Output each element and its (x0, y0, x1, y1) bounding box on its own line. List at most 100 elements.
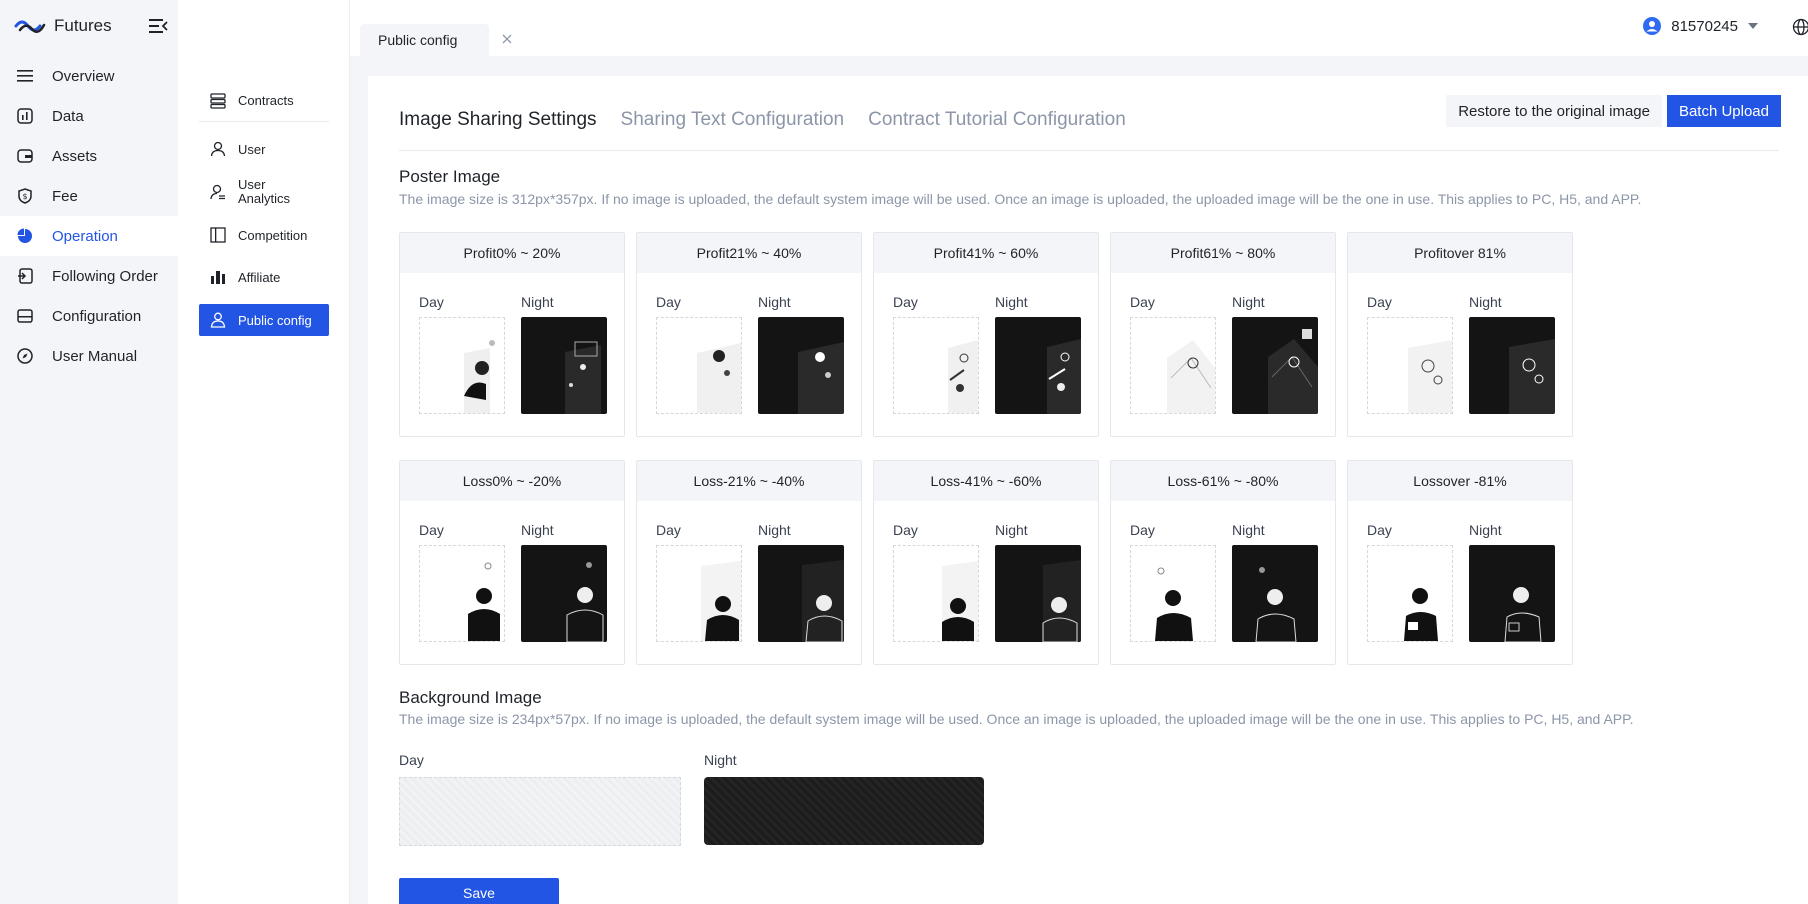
globe-icon[interactable] (1792, 18, 1808, 36)
nav-item-operation[interactable]: Operation (0, 216, 178, 256)
nav-item-fee[interactable]: $ Fee (0, 176, 178, 216)
background-night-image-upload[interactable] (704, 777, 984, 845)
night-image-upload[interactable] (521, 317, 607, 414)
night-image-upload[interactable] (1469, 545, 1555, 642)
poster-card: Lossover -81% Day Night (1347, 460, 1573, 665)
save-button[interactable]: Save (399, 878, 559, 904)
day-label: Day (1130, 294, 1155, 310)
card-header: Profit61% ~ 80% (1111, 233, 1335, 273)
day-image-upload[interactable] (419, 545, 505, 642)
day-image-upload[interactable] (1130, 317, 1216, 414)
top-bar: Public config 81570245 (350, 0, 1808, 56)
poster-card: Profit0% ~ 20% Day Night (399, 232, 625, 437)
night-image-upload[interactable] (758, 545, 844, 642)
contracts-icon (209, 92, 227, 110)
affiliate-icon (209, 268, 227, 286)
subnav-item-label: Contracts (238, 93, 294, 108)
night-label: Night (521, 294, 554, 310)
day-image-upload[interactable] (1367, 317, 1453, 414)
user-menu[interactable]: 81570245 (1643, 17, 1758, 35)
day-label: Day (419, 522, 444, 538)
futures-logo-icon (14, 20, 46, 33)
subnav-item-competition[interactable]: Competition (199, 214, 329, 256)
divider (399, 150, 1779, 151)
user-icon (209, 140, 227, 158)
follow-icon (16, 267, 34, 285)
poster-card: Profit61% ~ 80% Day Night (1110, 232, 1336, 437)
subnav-item-user[interactable]: User (199, 128, 329, 170)
day-image-upload[interactable] (1367, 545, 1453, 642)
night-label: Night (704, 752, 737, 768)
day-label: Day (399, 752, 424, 768)
day-label: Day (656, 522, 681, 538)
tab-sharing-text-configuration[interactable]: Sharing Text Configuration (621, 109, 845, 151)
restore-original-image-button[interactable]: Restore to the original image (1446, 95, 1662, 127)
nav-item-user-manual[interactable]: User Manual (0, 336, 178, 376)
night-image-upload[interactable] (995, 317, 1081, 414)
day-label: Day (1367, 294, 1392, 310)
close-icon[interactable] (500, 32, 514, 46)
night-label: Night (758, 522, 791, 538)
night-image-upload[interactable] (1232, 317, 1318, 414)
subnav-item-label: User (238, 141, 266, 157)
tab-public-config[interactable]: Public config (360, 24, 489, 56)
nav-item-assets[interactable]: Assets (0, 136, 178, 176)
night-label: Night (995, 294, 1028, 310)
subnav-item-label: User Analytics (238, 177, 291, 206)
fee-icon: $ (16, 187, 34, 205)
profit-cards: Profit0% ~ 20% Day Night Profit21% ~ 40%… (399, 232, 1584, 437)
nav-item-label: Configuration (52, 307, 142, 325)
compass-icon (16, 347, 34, 365)
day-label: Day (893, 522, 918, 538)
nav-item-following-order[interactable]: Following Order (0, 256, 178, 296)
night-label: Night (1469, 294, 1502, 310)
card-header: Profit0% ~ 20% (400, 233, 624, 273)
night-label: Night (1232, 294, 1265, 310)
subnav-item-label: Public config (238, 312, 312, 328)
night-image-upload[interactable] (995, 545, 1081, 642)
day-image-upload[interactable] (1130, 545, 1216, 642)
nav-item-label: Data (52, 107, 84, 125)
day-image-upload[interactable] (893, 317, 979, 414)
background-day-image-upload[interactable] (399, 777, 681, 846)
night-image-upload[interactable] (1469, 317, 1555, 414)
subnav-item-label: Competition (238, 227, 308, 243)
competition-icon (209, 226, 227, 244)
nav-item-overview[interactable]: Overview (0, 56, 178, 96)
poster-image-title: Poster Image (399, 167, 501, 186)
nav-item-configuration[interactable]: Configuration (0, 296, 178, 336)
subnav-item-contracts[interactable]: Contracts (199, 80, 329, 122)
card-header: Loss0% ~ -20% (400, 461, 624, 501)
night-label: Night (521, 522, 554, 538)
user-id: 81570245 (1671, 17, 1738, 35)
night-image-upload[interactable] (521, 545, 607, 642)
day-label: Day (656, 294, 681, 310)
tab-image-sharing-settings[interactable]: Image Sharing Settings (399, 109, 597, 151)
subnav-item-affiliate[interactable]: Affiliate (199, 256, 329, 298)
poster-card: Loss0% ~ -20% Day Night (399, 460, 625, 665)
day-image-upload[interactable] (893, 545, 979, 642)
pie-icon (16, 227, 34, 245)
night-image-upload[interactable] (1232, 545, 1318, 642)
night-image-upload[interactable] (758, 317, 844, 414)
tab-contract-tutorial-configuration[interactable]: Contract Tutorial Configuration (868, 109, 1126, 151)
nav-item-label: Fee (52, 187, 78, 205)
poster-card: Profit41% ~ 60% Day Night (873, 232, 1099, 437)
day-label: Day (893, 294, 918, 310)
day-image-upload[interactable] (656, 545, 742, 642)
user-analytics-icon (209, 183, 227, 201)
menu-collapse-icon[interactable] (148, 17, 168, 35)
nav-item-data[interactable]: Data (0, 96, 178, 136)
poster-card: Loss-61% ~ -80% Day Night (1110, 460, 1336, 665)
svg-text:$: $ (22, 192, 27, 201)
card-header: Loss-41% ~ -60% (874, 461, 1098, 501)
day-image-upload[interactable] (419, 317, 505, 414)
card-header: Loss-61% ~ -80% (1111, 461, 1335, 501)
subnav-item-user-analytics[interactable]: User Analytics (199, 170, 329, 214)
batch-upload-button[interactable]: Batch Upload (1666, 95, 1781, 127)
day-image-upload[interactable] (656, 317, 742, 414)
nav-item-label: User Manual (52, 347, 138, 365)
background-image-desc: The image size is 234px*57px. If no imag… (399, 711, 1634, 727)
subnav-item-public-config[interactable]: Public config (199, 304, 329, 336)
poster-card: Loss-41% ~ -60% Day Night (873, 460, 1099, 665)
